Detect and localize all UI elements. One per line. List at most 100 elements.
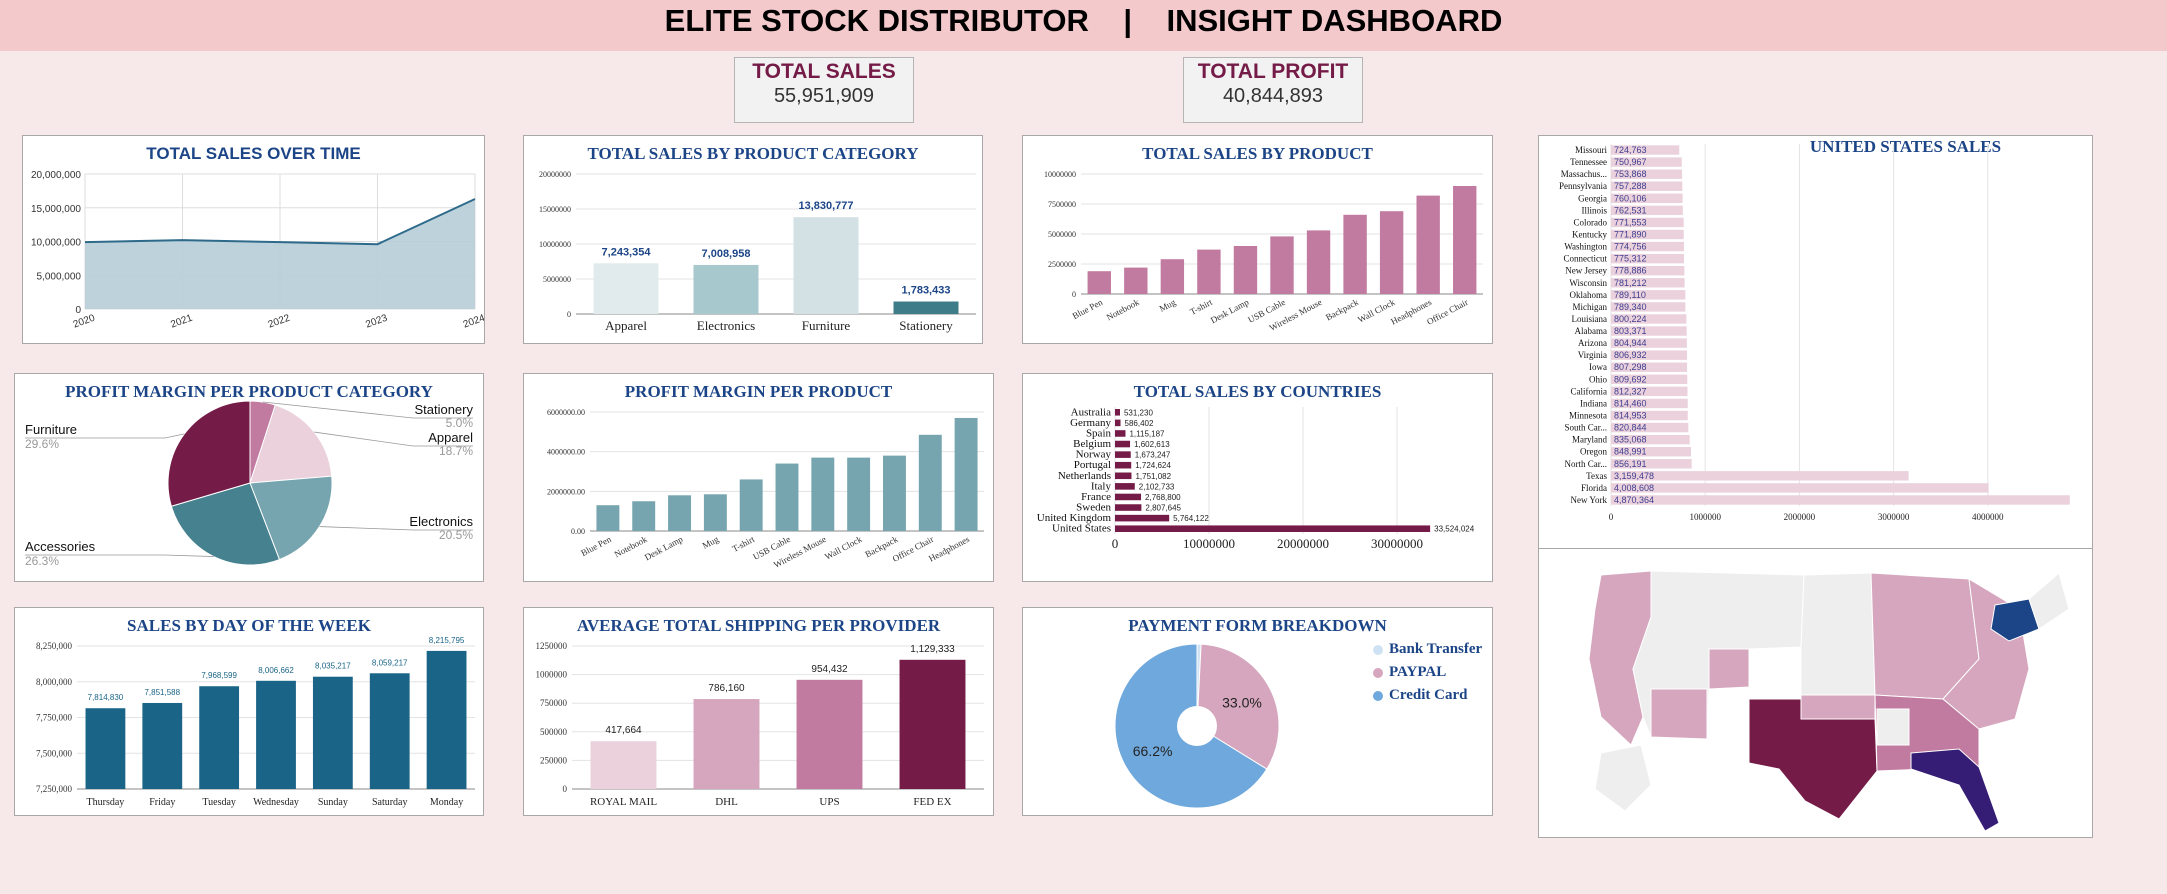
map-colorado	[1708, 648, 1750, 690]
y-tick-label: 10000000	[539, 240, 571, 249]
bar	[1453, 186, 1477, 294]
data-label: 2,102,733	[1139, 482, 1175, 491]
kpi-total-profit-label: TOTAL PROFIT	[1197, 60, 1349, 83]
y-tick-label: Tennessee	[1570, 157, 1607, 167]
data-label: 5,764,122	[1173, 514, 1209, 523]
bar	[142, 702, 183, 789]
x-tick-label: Electronics	[697, 318, 755, 333]
x-tick-label: 3000000	[1878, 512, 1910, 522]
bar	[1270, 236, 1294, 294]
bar	[1115, 461, 1132, 469]
kpi-total-sales: TOTAL SALES 55,951,909	[734, 57, 914, 123]
data-label: 8,006,662	[258, 666, 294, 675]
data-label: 2,768,800	[1145, 493, 1181, 502]
bar	[693, 264, 759, 314]
legend-credit-card: Credit Card	[1373, 687, 1467, 704]
slice-value: 18.7%	[439, 444, 473, 458]
map-arkansas	[1876, 708, 1910, 746]
x-tick-label: 2023	[364, 313, 389, 331]
profit-margin-category-chart: Stationery5.0%Apparel18.7% Electronics20.…	[25, 400, 474, 568]
y-tick-label: Ohio	[1589, 374, 1608, 384]
data-label: 8,059,217	[372, 658, 408, 667]
bar	[1115, 419, 1121, 427]
x-tick-label: Apparel	[605, 318, 647, 333]
data-label: 417,664	[605, 725, 642, 736]
data-label: 7,851,588	[144, 688, 180, 697]
sales-by-product-chart: 0 2500000 5000000 7500000 10000000 Blue Pen No…	[1044, 170, 1483, 333]
kpi-total-sales-value: 55,951,909	[773, 85, 875, 107]
map-plains	[1800, 572, 1876, 696]
x-tick-label: Wall Clock	[823, 534, 864, 562]
data-label: 757,288	[1614, 181, 1647, 191]
bar	[1115, 472, 1132, 480]
bar	[1115, 504, 1142, 511]
data-label: 789,340	[1614, 302, 1647, 312]
data-label: 33,524,024	[1434, 525, 1475, 534]
bar	[811, 457, 835, 531]
map-oklahoma	[1800, 694, 1876, 720]
bar	[918, 434, 942, 531]
kpi-total-profit-value: 40,844,893	[1222, 85, 1324, 107]
slice-value: 20.5%	[439, 528, 473, 542]
y-tick-label: 7500000	[1048, 200, 1076, 209]
us-sales-chart: 0 1000000 2000000 3000000 4000000 Missouri 724…	[1559, 144, 2070, 522]
slice-label: Stationery	[414, 402, 473, 417]
y-tick-label: 20000000	[539, 170, 571, 179]
y-tick-label: Kentucky	[1572, 230, 1607, 240]
bar	[312, 676, 353, 789]
x-tick-label: Blue Pen	[579, 534, 613, 558]
x-tick-label: Monday	[430, 797, 463, 808]
y-tick-label: 8,000,000	[36, 677, 73, 687]
y-tick-label: 2000000.00	[547, 487, 585, 496]
data-label: 814,460	[1614, 398, 1647, 408]
data-label: 807,298	[1614, 362, 1647, 372]
x-tick-label: T-shirt	[731, 534, 757, 554]
bar	[1124, 267, 1148, 294]
x-tick-label: Office Chair	[1425, 297, 1469, 327]
bar	[590, 741, 657, 789]
sales-by-weekday-chart: 7,250,000 7,500,000 7,750,000 8,000,000 8,25…	[36, 636, 475, 808]
y-tick-label: Colorado	[1574, 217, 1608, 227]
bar	[882, 455, 906, 531]
y-tick-label: 7,500,000	[36, 748, 73, 758]
x-tick-label: 0	[1112, 536, 1119, 551]
panel-sales-by-category: TOTAL SALES BY PRODUCT CATEGORY 0 5000000…	[523, 135, 983, 344]
bar	[893, 301, 959, 314]
bar	[1416, 195, 1440, 294]
data-label: 820,844	[1614, 423, 1647, 433]
data-label: 586,402	[1125, 419, 1154, 428]
x-tick-label: 2024	[462, 313, 485, 331]
data-label: 724,763	[1614, 145, 1647, 155]
data-label: 7,243,354	[602, 246, 652, 258]
bar	[85, 708, 126, 789]
bar	[1115, 451, 1131, 458]
y-tick-label: California	[1571, 386, 1608, 396]
y-tick-label: Oregon	[1580, 447, 1607, 457]
y-tick-label: 15000000	[539, 205, 571, 214]
x-tick-label: Sunday	[318, 797, 348, 808]
bar	[632, 501, 656, 531]
slice-label: 66.2%	[1133, 743, 1173, 759]
bar	[596, 505, 620, 531]
x-tick-label: Furniture	[802, 318, 851, 333]
data-label: 531,230	[1124, 408, 1153, 417]
bar	[1611, 483, 1989, 493]
bar	[1087, 271, 1111, 294]
data-label: 1,129,333	[910, 644, 955, 655]
map-florida	[1910, 748, 2000, 832]
legend-paypal: PAYPAL	[1373, 664, 1446, 681]
y-tick-label: Iowa	[1589, 362, 1607, 372]
bar	[796, 679, 863, 789]
slice-label: Accessories	[25, 539, 96, 554]
bar	[1611, 495, 2070, 505]
y-tick-label: Indiana	[1580, 398, 1607, 408]
data-label: 809,692	[1614, 374, 1647, 384]
bar	[793, 217, 859, 314]
data-label: 778,886	[1614, 266, 1647, 276]
data-label: 812,327	[1614, 386, 1647, 396]
data-label: 786,160	[708, 683, 745, 694]
x-tick-label: Friday	[149, 797, 175, 808]
bar	[954, 417, 978, 531]
data-label: 806,932	[1614, 350, 1647, 360]
x-tick-label: ROYAL MAIL	[590, 796, 657, 808]
